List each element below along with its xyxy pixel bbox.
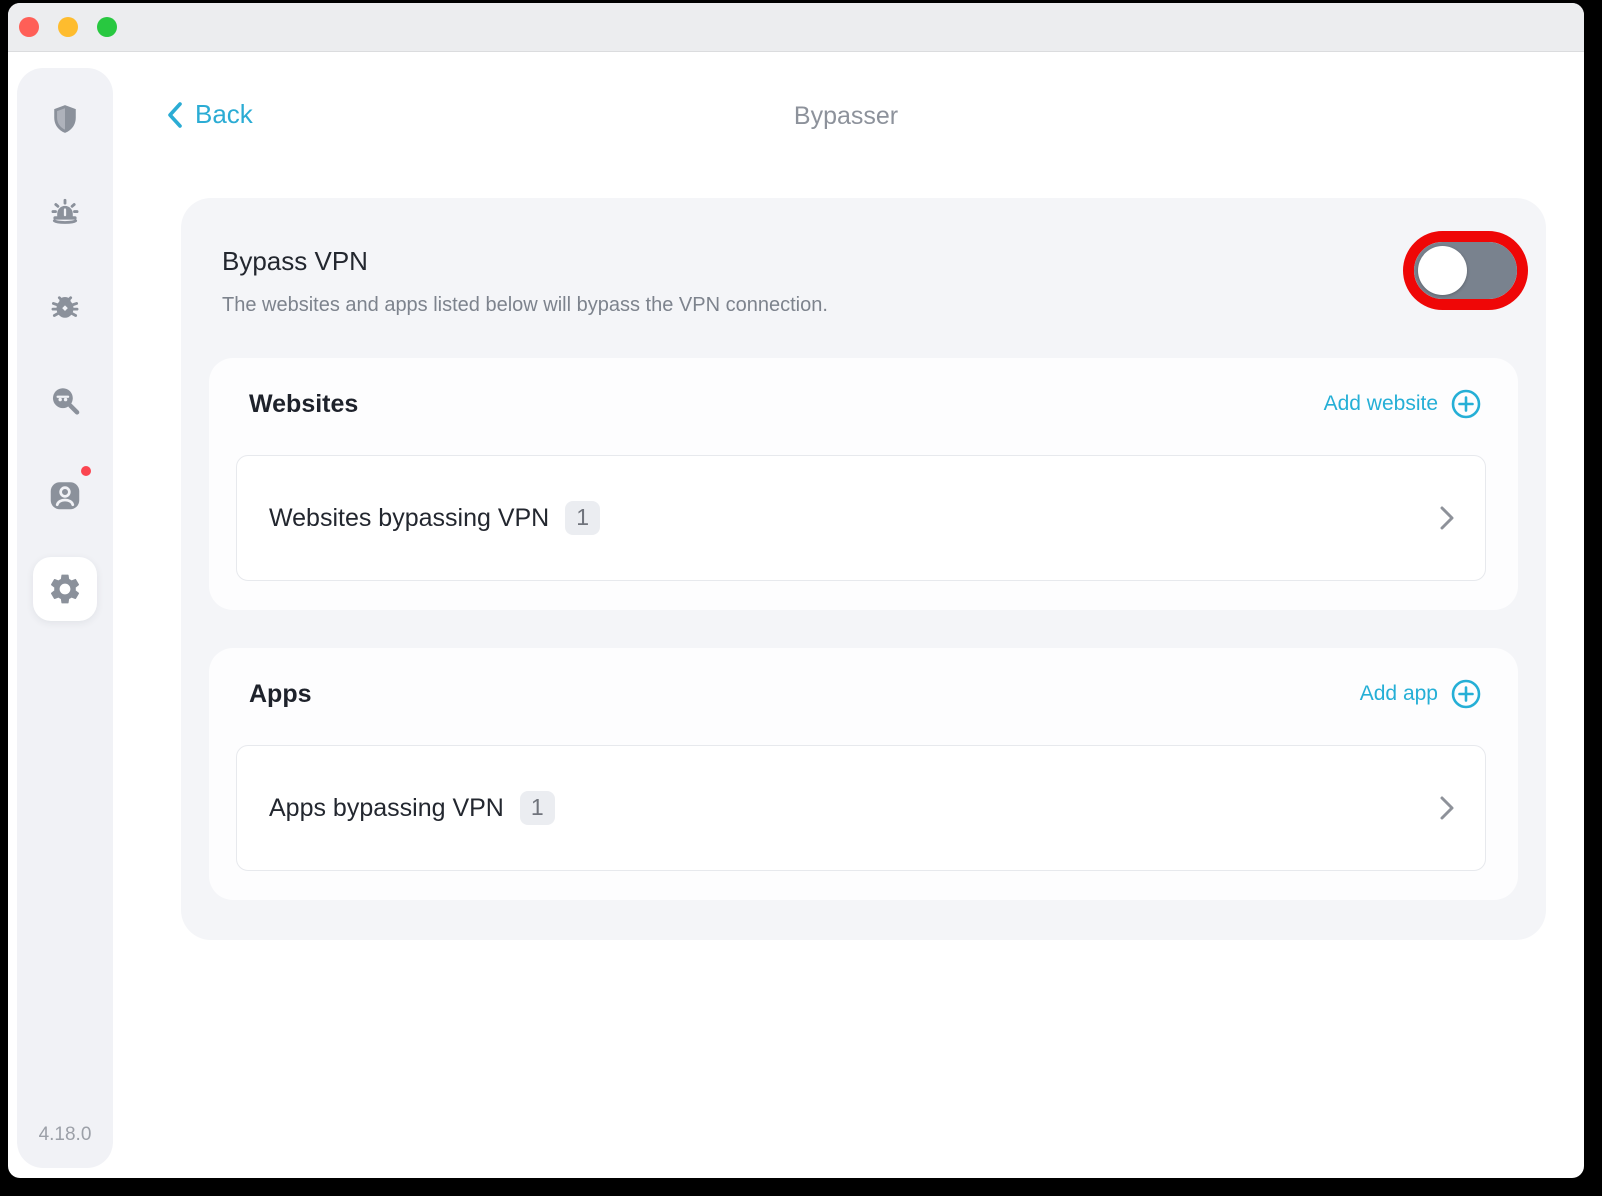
apps-section: Apps Add app Apps bypassing VPN 1 [209, 648, 1518, 900]
bypass-vpn-toggle[interactable] [1414, 242, 1517, 299]
apps-bypassing-label: Apps bypassing VPN [269, 794, 504, 823]
plus-circle-icon [1450, 678, 1482, 710]
back-label: Back [195, 99, 253, 130]
sidebar: 4.18.0 [17, 68, 113, 1168]
close-window-button[interactable] [19, 17, 39, 37]
chevron-left-icon [164, 100, 186, 130]
sidebar-item-settings[interactable] [33, 557, 97, 621]
apps-bypassing-row[interactable]: Apps bypassing VPN 1 [236, 745, 1486, 871]
page-title: Bypasser [746, 102, 946, 131]
bug-icon [48, 290, 82, 324]
websites-bypassing-label: Websites bypassing VPN [269, 504, 549, 533]
sidebar-item-account[interactable] [33, 463, 97, 527]
chevron-right-icon [1437, 503, 1457, 533]
chevron-right-icon [1437, 793, 1457, 823]
bypass-vpn-title: Bypass VPN [222, 246, 368, 277]
apps-section-title: Apps [249, 680, 312, 709]
bypasser-card: Bypass VPN The websites and apps listed … [181, 198, 1546, 940]
sidebar-item-alerts[interactable] [33, 181, 97, 245]
apps-count-badge: 1 [520, 791, 555, 824]
add-app-label: Add app [1360, 682, 1438, 706]
websites-section: Websites Add website Websites bypassing … [209, 358, 1518, 610]
shield-icon [48, 102, 82, 136]
notification-dot [81, 466, 91, 476]
gear-icon [47, 571, 83, 607]
siren-icon [48, 196, 82, 230]
add-website-label: Add website [1324, 392, 1438, 416]
back-button[interactable]: Back [164, 99, 253, 130]
annotation-red-circle [1403, 231, 1528, 310]
add-app-button[interactable]: Add app [1360, 678, 1482, 710]
add-website-button[interactable]: Add website [1324, 388, 1482, 420]
bypass-vpn-description: The websites and apps listed below will … [222, 294, 828, 317]
toggle-knob [1418, 246, 1467, 295]
websites-bypassing-row[interactable]: Websites bypassing VPN 1 [236, 455, 1486, 581]
incognito-search-icon [48, 384, 82, 418]
websites-count-badge: 1 [565, 501, 600, 534]
websites-section-title: Websites [249, 390, 358, 419]
minimize-window-button[interactable] [58, 17, 78, 37]
zoom-window-button[interactable] [97, 17, 117, 37]
titlebar [8, 3, 1584, 52]
sidebar-item-search[interactable] [33, 369, 97, 433]
app-window: 4.18.0 Back Bypasser Bypass VPN The webs… [8, 3, 1584, 1178]
app-version: 4.18.0 [39, 1124, 92, 1146]
sidebar-item-antivirus[interactable] [33, 275, 97, 339]
account-icon [47, 477, 83, 513]
plus-circle-icon [1450, 388, 1482, 420]
sidebar-item-protection[interactable] [33, 87, 97, 151]
